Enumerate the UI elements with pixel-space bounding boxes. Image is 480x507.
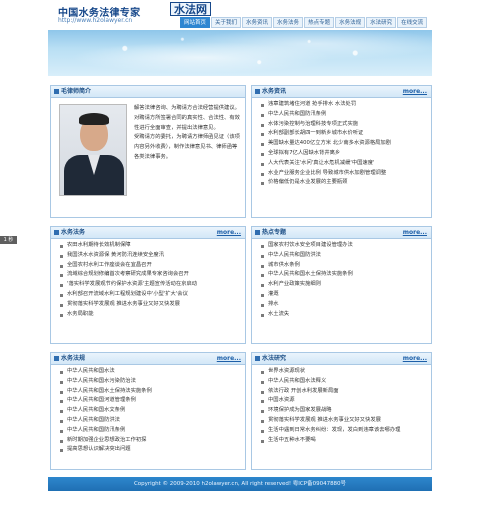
nav-item-home[interactable]: 网站首页 xyxy=(180,17,211,28)
list-item[interactable]: 中华人民共和国水土保持法实施条例 xyxy=(59,387,241,397)
list-item[interactable]: 美国缺水量达400亿立方米 北少南多水资源格局加剧 xyxy=(260,139,427,149)
lawyer-photo xyxy=(59,104,127,196)
list-item[interactable]: 流域综合规划修编首次考察研究成果专家咨询会召开 xyxy=(59,270,241,280)
site-footer: Copyright © 2009-2010 h2olawyer.cn, All … xyxy=(48,477,432,491)
panel-title: 热点专题 xyxy=(262,229,287,236)
panel-header: 水务资讯 more... xyxy=(252,86,431,98)
list-item[interactable]: 违章建筑堵住河道 抢手排水 水法处罚 xyxy=(260,100,427,110)
list-item[interactable]: 水务局职能 xyxy=(59,310,241,320)
water-news-panel: 水务资讯 more... 违章建筑堵住河道 抢手排水 水法处罚 中华人民共和国防… xyxy=(251,85,432,218)
research-panel: 水法研究 more... 世界水资源现状 中华人民共和国水法释义 依法行政 开创… xyxy=(251,352,432,470)
banner-bubbles xyxy=(48,30,432,76)
panel-title: 水法研究 xyxy=(262,355,287,362)
list-item[interactable]: 全球拟有7亿人因缺水背井离乡 xyxy=(260,149,427,159)
lawyer-intro-panel: 毛律师简介 解答法律咨询、为聘请方合法经营提供建议。 对聘请方所签署合同的真实性… xyxy=(50,85,246,218)
list-item[interactable]: 人大代表关注'水问'真让水危机减缓'中国速度' xyxy=(260,159,427,169)
hotspot-panel: 热点专题 more... 国家农村饮水安全项目建设管理办法 中华人民共和国防洪法… xyxy=(251,226,432,344)
list-item[interactable]: 水利产业政策实施细则 xyxy=(260,280,427,290)
list-item[interactable]: 世界水资源现状 xyxy=(260,367,427,377)
list-item[interactable]: 中国水资源 xyxy=(260,396,427,406)
list-item[interactable]: 生活中五种水不要喝 xyxy=(260,436,427,446)
list-item[interactable]: 农田水利期待长效机制保障 xyxy=(59,241,241,251)
list-item[interactable]: '落实科学发展观节约保护水资源'主题宣传活动在京启动 xyxy=(59,280,241,290)
list-item[interactable]: 中华人民共和国防汛条例 xyxy=(59,426,241,436)
list-item[interactable]: 中华人民共和国水污染防治法 xyxy=(59,377,241,387)
panel-header: 水务法规 more... xyxy=(51,353,245,365)
news-list: 中华人民共和国水法 中华人民共和国水污染防治法 中华人民共和国水土保持法实施条例… xyxy=(51,365,245,455)
panel-title-icon xyxy=(54,89,59,94)
list-item[interactable]: 中华人民共和国防汛条例 xyxy=(260,110,427,120)
nav-item-about[interactable]: 关于我们 xyxy=(211,17,242,28)
lawyer-paragraph: 对聘请方所签署合同的真实性、合法性、有效性进行全面审查，并提出法律意见。 xyxy=(134,114,240,131)
news-list: 违章建筑堵住河道 抢手排水 水法处罚 中华人民共和国防汛条例 水体污染控制与治理… xyxy=(252,98,431,188)
panel-title-icon xyxy=(255,356,260,361)
panel-header: 热点专题 more... xyxy=(252,227,431,239)
panel-header: 水法研究 more... xyxy=(252,353,431,365)
list-item[interactable]: 中华人民共和国水土保持法实施条例 xyxy=(260,270,427,280)
list-item[interactable]: 提高思想认识解决突出问题 xyxy=(59,445,241,455)
panel-title-icon xyxy=(255,89,260,94)
more-link[interactable]: more... xyxy=(403,86,427,98)
panel-header: 水务法务 more... xyxy=(51,227,245,239)
nav-item-regulation[interactable]: 水务法规 xyxy=(335,17,366,28)
list-item[interactable]: 新时期加强企业思想政治工作初探 xyxy=(59,436,241,446)
list-item[interactable]: 贯彻落实科学发展观 推进水务事业又好又快发展 xyxy=(59,300,241,310)
list-item[interactable]: 价格偏低仍是水业发展的主要瓶颈 xyxy=(260,178,427,188)
list-item[interactable]: 排水 xyxy=(260,300,427,310)
news-list: 世界水资源现状 中华人民共和国水法释义 依法行政 开创水利发展新局面 中国水资源… xyxy=(252,365,431,445)
list-item[interactable]: 贯彻落实科学发展观 推进水务事业又好又快发展 xyxy=(260,416,427,426)
list-item[interactable]: 水利部副部长胡四一到新乡城市水价听证 xyxy=(260,129,427,139)
panel-header: 毛律师简介 xyxy=(51,86,245,98)
nav-item-research[interactable]: 水法研究 xyxy=(366,17,397,28)
more-link[interactable]: more... xyxy=(217,227,241,239)
lawyer-description: 解答法律咨询、为聘请方合法经营提供建议。 对聘请方所签署合同的真实性、合法性、有… xyxy=(134,104,242,163)
list-item[interactable]: 中华人民共和国河道管理条例 xyxy=(59,396,241,406)
list-item[interactable]: 全国农村水利工作座谈会在宜昌召开 xyxy=(59,261,241,271)
list-item[interactable]: 生活中遇到日常水务纠纷：发现，发白到违章该去哪办理 xyxy=(260,426,427,436)
nav-item-contact[interactable]: 在线交流 xyxy=(397,17,428,28)
list-item[interactable]: 灌溉 xyxy=(260,290,427,300)
list-item[interactable]: 城市供水条例 xyxy=(260,261,427,271)
list-item[interactable]: 我国洪水水资源保 黄河防汛连续安全度汛 xyxy=(59,251,241,261)
list-item[interactable]: 中华人民共和国水法释义 xyxy=(260,377,427,387)
site-logo-badge[interactable]: 水法网 xyxy=(170,2,211,16)
main-nav: 网站首页 关于我们 水务资讯 水务法务 热点专题 水务法规 水法研究 在线交流 xyxy=(180,17,428,28)
water-banner xyxy=(48,30,432,76)
list-item[interactable]: 水利部召开流域水利工程规划建设中'小型'扩大'会议 xyxy=(59,290,241,300)
lawyer-paragraph: 受聘请方的委托，为聘请方律师函见证（该项内容另外收费），制作法律意见书、律师函等… xyxy=(134,134,240,160)
list-item[interactable]: 中华人民共和国防洪法 xyxy=(260,251,427,261)
more-link[interactable]: more... xyxy=(403,353,427,365)
list-item[interactable]: 依法行政 开创水利发展新局面 xyxy=(260,387,427,397)
nav-item-hotspot[interactable]: 热点专题 xyxy=(304,17,335,28)
site-url: http://www.h2olawyer.cn xyxy=(58,17,133,24)
news-list: 农田水利期待长效机制保障 我国洪水水资源保 黄河防汛连续安全度汛 全国农村水利工… xyxy=(51,239,245,319)
news-list: 国家农村饮水安全项目建设管理办法 中华人民共和国防洪法 城市供水条例 中华人民共… xyxy=(252,239,431,319)
lawyer-paragraph: 解答法律咨询、为聘请方合法经营提供建议。 xyxy=(134,105,240,111)
side-tab[interactable]: 1 秒 xyxy=(0,236,17,244)
panel-title-icon xyxy=(255,230,260,235)
more-link[interactable]: more... xyxy=(217,353,241,365)
list-item[interactable]: 中华人民共和国防洪法 xyxy=(59,416,241,426)
site-header: 中国水务法律专家 水法网 http://www.h2olawyer.cn 网站首… xyxy=(48,0,432,30)
panel-title: 水务资讯 xyxy=(262,88,287,95)
list-item[interactable]: 中华人民共和国水文条例 xyxy=(59,406,241,416)
list-item[interactable]: 水土流失 xyxy=(260,310,427,320)
list-item[interactable]: 中华人民共和国水法 xyxy=(59,367,241,377)
list-item[interactable]: 国家农村饮水安全项目建设管理办法 xyxy=(260,241,427,251)
regulation-panel: 水务法规 more... 中华人民共和国水法 中华人民共和国水污染防治法 中华人… xyxy=(50,352,246,470)
list-item[interactable]: 环境保护成为国家发展战略 xyxy=(260,406,427,416)
page-wrapper: 中国水务法律专家 水法网 http://www.h2olawyer.cn 网站首… xyxy=(48,0,432,507)
photo-hair xyxy=(79,113,109,125)
list-item[interactable]: 水业产业服务企业比例 导致城市供水加剧管理调整 xyxy=(260,169,427,179)
panel-title-icon xyxy=(54,230,59,235)
panel-title: 水务法务 xyxy=(61,229,86,236)
panel-title-icon xyxy=(54,356,59,361)
panel-title: 水务法规 xyxy=(61,355,86,362)
nav-item-water-law[interactable]: 水务法务 xyxy=(273,17,304,28)
panel-title: 毛律师简介 xyxy=(61,88,92,95)
list-item[interactable]: 水体污染控制与治理科技专项正式实施 xyxy=(260,120,427,130)
nav-item-water-news[interactable]: 水务资讯 xyxy=(242,17,273,28)
more-link[interactable]: more... xyxy=(403,227,427,239)
water-law-panel: 水务法务 more... 农田水利期待长效机制保障 我国洪水水资源保 黄河防汛连… xyxy=(50,226,246,344)
